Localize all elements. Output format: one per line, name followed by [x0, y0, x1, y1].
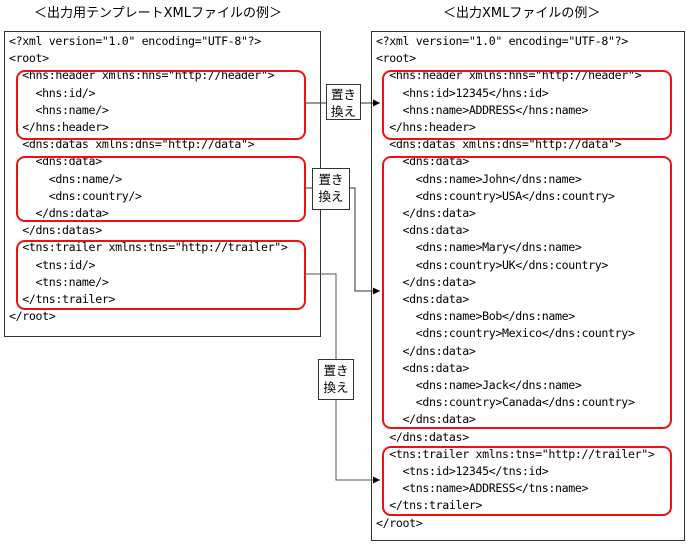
- template-xml-line: <?xml version="1.0" encoding="UTF-8"?>: [9, 34, 261, 48]
- template-xml-line: </dns:datas>: [9, 223, 102, 238]
- output-header-highlight: [382, 70, 672, 140]
- replace-label-trailer: 置き 換え: [318, 359, 354, 400]
- replace-label-text-2: 換え: [330, 104, 356, 119]
- template-header-highlight: [16, 70, 306, 140]
- template-data-highlight: [16, 156, 306, 222]
- output-xml-line: </dns:datas>: [376, 429, 469, 444]
- output-trailer-highlight: [382, 446, 672, 516]
- template-xml-line: </root>: [9, 309, 56, 324]
- output-xml-line: <?xml version="1.0" encoding="UTF-8"?>: [376, 34, 628, 48]
- output-xml-line: </root>: [376, 515, 423, 530]
- replace-label-text-1: 置き: [330, 87, 356, 102]
- replace-label-text-2: 換え: [318, 189, 344, 204]
- replace-label-text-1: 置き: [318, 172, 344, 187]
- replace-label-text-1: 置き: [323, 363, 349, 378]
- template-title: ＜出力用テンプレートXMLファイルの例＞: [34, 6, 282, 21]
- template-xml-line: <root>: [9, 51, 49, 66]
- replace-label-header: 置き 換え: [326, 84, 361, 120]
- template-trailer-highlight: [16, 240, 306, 310]
- output-data-highlight: [382, 156, 672, 429]
- replace-label-text-2: 換え: [323, 380, 349, 395]
- replace-label-data: 置き 換え: [312, 168, 350, 210]
- output-xml-line: <root>: [376, 51, 416, 66]
- output-title: ＜出力XMLファイルの例＞: [443, 6, 601, 21]
